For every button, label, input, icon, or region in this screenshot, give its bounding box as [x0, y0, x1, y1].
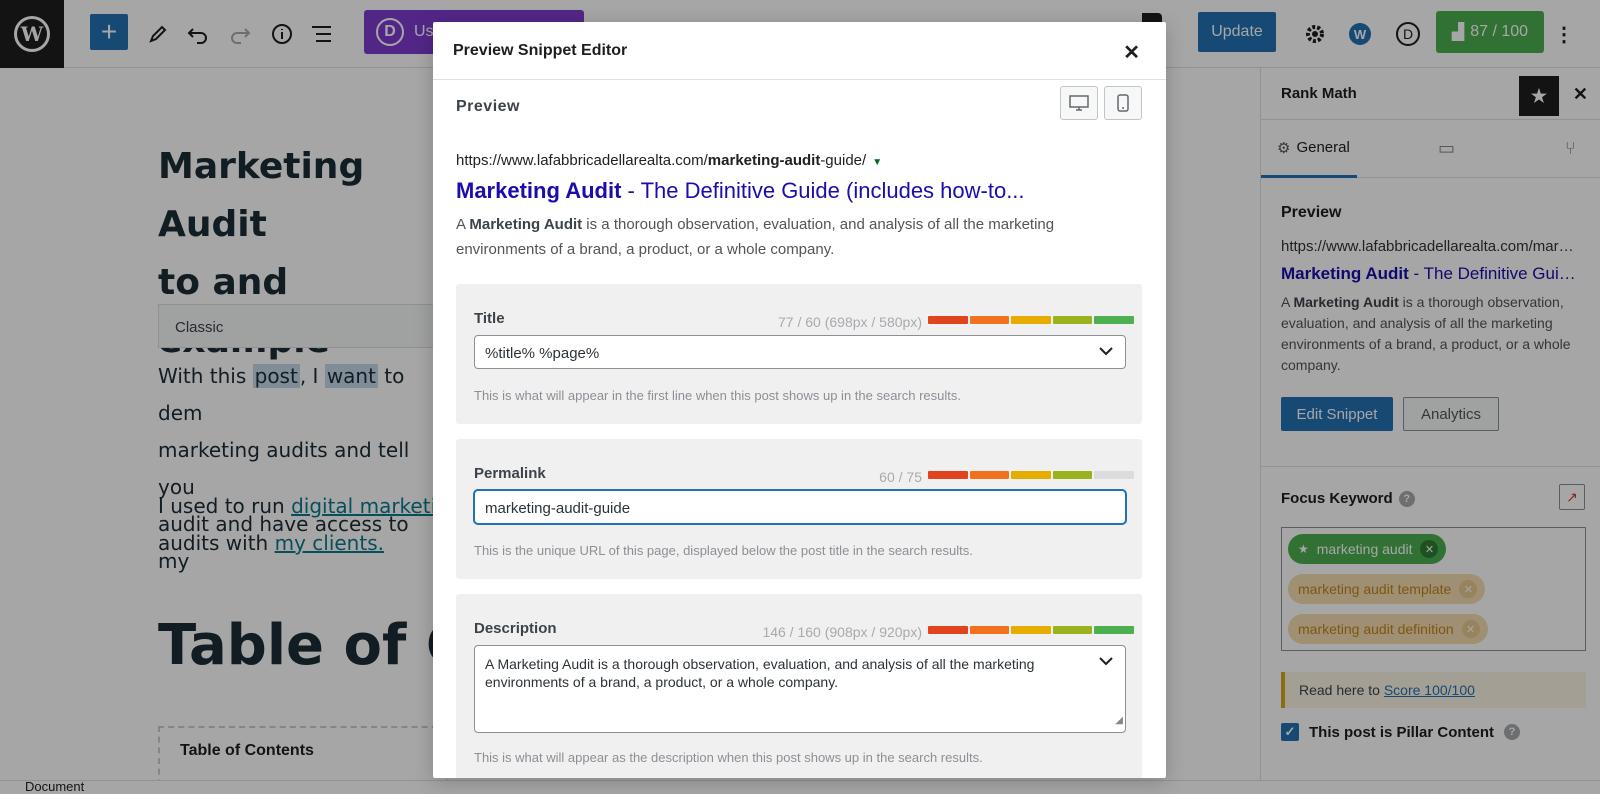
mobile-icon — [1117, 94, 1129, 112]
title-length-meter — [928, 316, 1134, 324]
dropdown-arrow-icon: ▼ — [872, 157, 883, 168]
title-input[interactable]: %title% %page% — [474, 335, 1126, 369]
permalink-field-label: Permalink — [474, 465, 546, 482]
title-help-text: This is what will appear in the first li… — [474, 388, 962, 403]
title-field-card: Title 77 / 60 (698px / 580px) %title% %p… — [456, 284, 1142, 424]
preview-label: Preview — [456, 98, 520, 115]
modal-header: Preview Snippet Editor ✕ — [433, 22, 1166, 80]
close-icon: ✕ — [1123, 42, 1140, 64]
permalink-input[interactable]: marketing-audit-guide — [474, 490, 1126, 524]
serp-description: A Marketing Audit is a thorough observat… — [456, 216, 1055, 258]
modal-title: Preview Snippet Editor — [453, 41, 628, 59]
serp-title: Marketing Audit - The Definitive Guide (… — [456, 178, 1025, 203]
mobile-preview-button[interactable] — [1104, 86, 1142, 120]
title-char-count: 77 / 60 (698px / 580px) — [778, 314, 922, 330]
modal-close-button[interactable]: ✕ — [1123, 40, 1140, 65]
permalink-char-count: 60 / 75 — [879, 469, 922, 485]
permalink-field-card: Permalink 60 / 75 marketing-audit-guide … — [456, 439, 1142, 579]
preview-snippet-editor-modal: Preview Snippet Editor ✕ Preview https:/… — [433, 22, 1166, 778]
serp-url: https://www.lafabbricadellarealta.com/ma… — [456, 152, 883, 169]
permalink-help-text: This is the unique URL of this page, dis… — [474, 543, 973, 558]
variables-dropdown-chevron-icon[interactable] — [1099, 344, 1113, 362]
description-field-card: Description 146 / 160 (908px / 920px) A … — [456, 594, 1142, 778]
description-length-meter — [928, 626, 1134, 634]
description-field-label: Description — [474, 620, 557, 637]
description-char-count: 146 / 160 (908px / 920px) — [762, 624, 922, 640]
description-help-text: This is what will appear as the descript… — [474, 750, 983, 765]
title-field-label: Title — [474, 310, 505, 327]
permalink-length-meter — [928, 471, 1134, 479]
modal-body: Preview https://www.lafabbricadellarealt… — [433, 80, 1166, 778]
description-textarea[interactable]: A Marketing Audit is a thorough observat… — [474, 645, 1126, 733]
desktop-icon — [1069, 95, 1089, 111]
desktop-preview-button[interactable] — [1060, 86, 1098, 120]
resize-handle-icon[interactable]: ◢ — [1115, 712, 1123, 730]
variables-dropdown-chevron-icon[interactable] — [1099, 654, 1113, 672]
